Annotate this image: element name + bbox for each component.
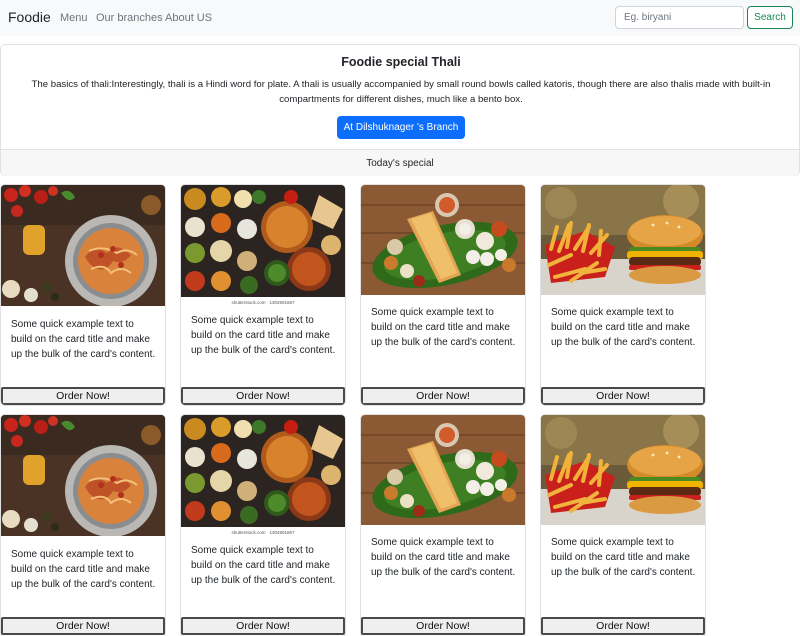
order-now-button[interactable]: Order Now! <box>361 387 525 405</box>
search-input[interactable] <box>615 6 744 29</box>
special-card: Foodie special Thali The basics of thali… <box>0 44 800 176</box>
burger-fries-image <box>541 415 705 525</box>
card-text: Some quick example text to build on the … <box>371 307 516 348</box>
special-title: Foodie special Thali <box>341 55 461 69</box>
navbar: Foodie Menu Our branches About US Search <box>0 0 800 36</box>
card-text: Some quick example text to build on the … <box>11 319 156 360</box>
indian-spread-image: shutterstock.com · 1304901667 <box>181 415 345 536</box>
food-card: Some quick example text to build on the … <box>540 184 706 406</box>
food-card: shutterstock.com · 1304901667 Some quick… <box>180 184 346 406</box>
branch-button[interactable]: At Dilshuknager 's Branch <box>337 116 465 139</box>
stock-watermark: shutterstock.com · 1304901667 <box>231 530 295 535</box>
card-text: Some quick example text to build on the … <box>191 545 336 586</box>
search-button[interactable]: Search <box>747 6 793 29</box>
food-card: Some quick example text to build on the … <box>0 184 166 406</box>
order-now-button[interactable]: Order Now! <box>1 617 165 635</box>
dosa-image <box>361 415 525 525</box>
nav-link-branches[interactable]: Our branches <box>96 12 163 24</box>
food-card: Some quick example text to build on the … <box>360 184 526 406</box>
order-now-button[interactable]: Order Now! <box>181 387 345 405</box>
card-text: Some quick example text to build on the … <box>551 307 696 348</box>
order-now-button[interactable]: Order Now! <box>181 617 345 635</box>
indian-spread-image: shutterstock.com · 1304901667 <box>181 185 345 306</box>
burger-fries-image <box>541 185 705 295</box>
nav-link-about[interactable]: About US <box>165 12 212 24</box>
special-description: The basics of thali:Interestingly, thali… <box>31 79 771 105</box>
food-card: Some quick example text to build on the … <box>360 414 526 636</box>
special-footer: Today's special <box>1 149 799 176</box>
dosa-image <box>361 185 525 295</box>
food-card: Some quick example text to build on the … <box>540 414 706 636</box>
food-card: Some quick example text to build on the … <box>0 414 166 636</box>
pasta-image <box>1 415 165 536</box>
order-now-button[interactable]: Order Now! <box>1 387 165 405</box>
order-now-button[interactable]: Order Now! <box>541 617 705 635</box>
pasta-image <box>1 185 165 306</box>
card-text: Some quick example text to build on the … <box>11 549 156 590</box>
order-now-button[interactable]: Order Now! <box>361 617 525 635</box>
card-text: Some quick example text to build on the … <box>371 537 516 578</box>
order-now-button[interactable]: Order Now! <box>541 387 705 405</box>
food-card: shutterstock.com · 1304901667 Some quick… <box>180 414 346 636</box>
brand-logo[interactable]: Foodie <box>8 9 51 25</box>
card-text: Some quick example text to build on the … <box>551 537 696 578</box>
card-text: Some quick example text to build on the … <box>191 315 336 356</box>
nav-link-menu[interactable]: Menu <box>60 12 88 24</box>
stock-watermark: shutterstock.com · 1304901667 <box>231 300 295 305</box>
